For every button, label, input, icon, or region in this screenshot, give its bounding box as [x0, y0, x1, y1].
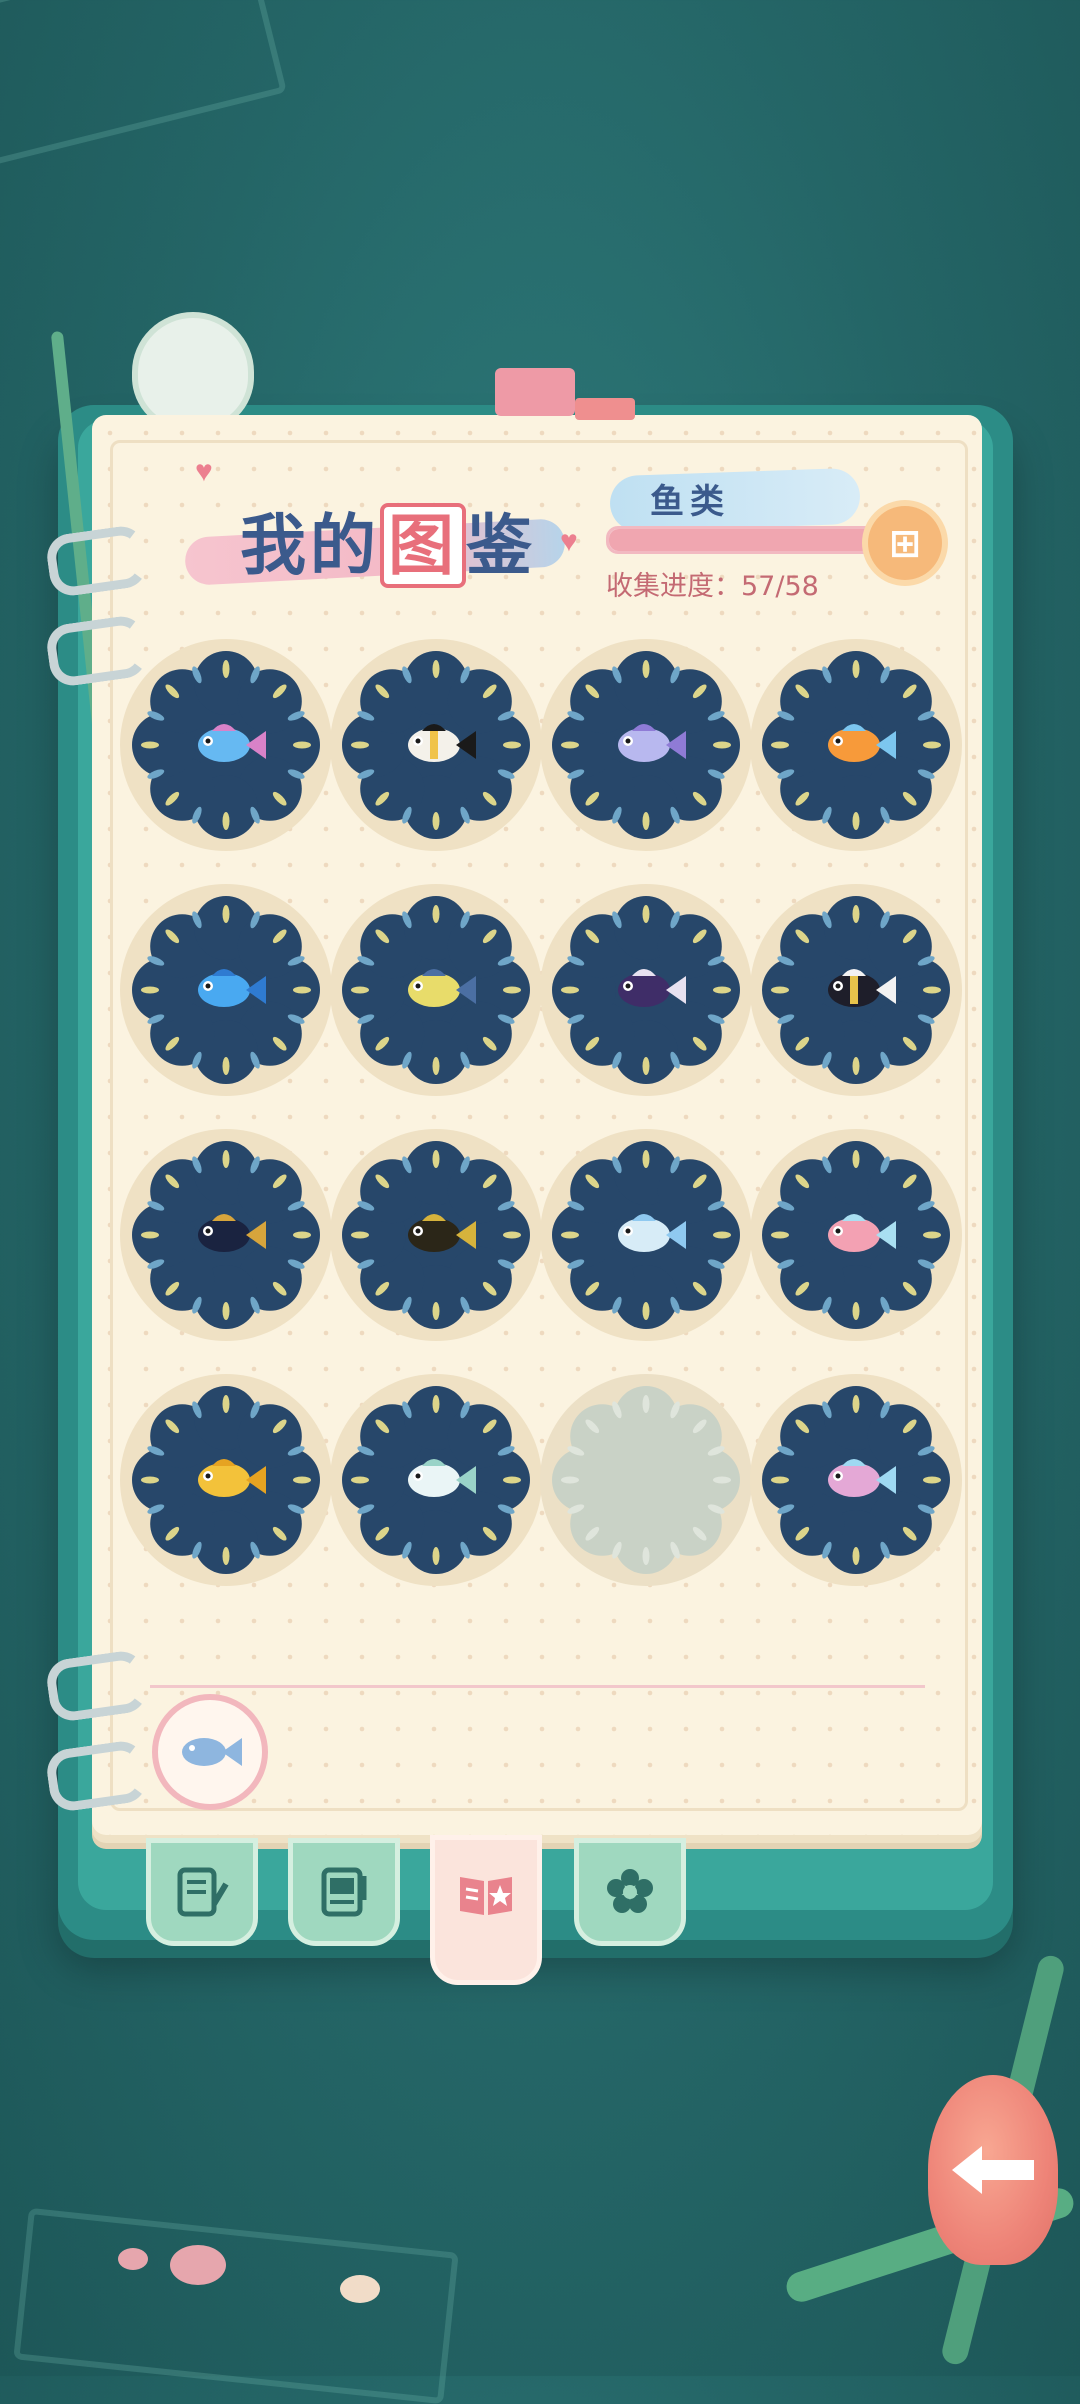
white-tulip-decoration	[138, 318, 248, 426]
fish-entry-10[interactable]	[330, 1129, 542, 1341]
title-highlight: 图	[380, 503, 466, 588]
bottom-strip	[150, 1685, 925, 1788]
stingray-icon	[828, 1459, 896, 1497]
photo-note-icon	[321, 1867, 367, 1917]
fish-entry-5[interactable]	[120, 884, 332, 1096]
heart-icon: ♥	[560, 525, 578, 558]
dark-fish-icon	[618, 969, 686, 1007]
page-title: 我的图鉴	[240, 492, 536, 588]
black-angelfish-icon	[198, 1214, 266, 1252]
fish-entry-6[interactable]	[330, 884, 542, 1096]
title-part2: 鉴	[466, 507, 536, 584]
fish-filter-button[interactable]	[152, 1694, 268, 1810]
progress-label: 收集进度：	[606, 571, 741, 602]
fish-entry-12[interactable]	[750, 1129, 962, 1341]
fish-entry-13[interactable]	[120, 1374, 332, 1586]
fish-entry-7[interactable]	[540, 884, 752, 1096]
title-part1: 我的	[240, 507, 380, 584]
fish-collection-grid	[120, 639, 962, 1586]
flying-fish-icon	[618, 724, 686, 762]
fish-entry-14[interactable]	[330, 1374, 542, 1586]
moorish-idol-icon	[408, 724, 476, 762]
category-label: 鱼类	[650, 482, 730, 522]
tab-notes[interactable]	[146, 1838, 258, 1946]
collection-progress-fill	[609, 529, 884, 551]
orange-tang-icon	[828, 724, 896, 762]
bookmark-tag	[575, 398, 635, 420]
spotted-puffer-icon	[408, 1214, 476, 1252]
tab-album[interactable]	[288, 1838, 400, 1946]
golden-koi-icon	[198, 1459, 266, 1497]
fish-entry-4[interactable]	[750, 639, 962, 851]
tab-flower[interactable]	[574, 1838, 686, 1946]
pale-tang-icon	[618, 1214, 686, 1252]
bookmark-tag	[495, 368, 575, 416]
background-frame-decoration	[13, 2207, 459, 2404]
collection-title: 我的图鉴	[184, 470, 605, 620]
pebble-decoration	[118, 2248, 148, 2270]
fish-entry-16[interactable]	[750, 1374, 962, 1586]
yellow-tang-icon	[408, 969, 476, 1007]
fish-entry-3[interactable]	[540, 639, 752, 851]
fish-entry-8[interactable]	[750, 884, 962, 1096]
gift-reward-icon[interactable]: ⊞	[868, 506, 942, 580]
tab-collection[interactable]	[430, 1835, 542, 1985]
arrow-left-icon	[952, 2146, 1034, 2194]
background-frame-decoration	[0, 0, 287, 168]
badge-frame	[552, 1386, 740, 1574]
open-book-star-icon	[460, 1877, 512, 1915]
clown-triggerfish-icon	[828, 969, 896, 1007]
fish-entry-9[interactable]	[120, 1129, 332, 1341]
flying-gurnard-icon	[408, 1459, 476, 1497]
collection-progress-bar	[606, 526, 892, 554]
pebble-decoration	[170, 2245, 226, 2285]
blue-discus-icon	[198, 969, 266, 1007]
sunfish-icon	[828, 1214, 896, 1252]
heart-icon: ♥	[195, 455, 213, 488]
progress-value: 57/58	[741, 571, 819, 602]
neon-tetra-icon	[198, 724, 266, 762]
flower-icon	[607, 1869, 653, 1913]
progress-text: 收集进度：57/58	[606, 564, 819, 603]
back-button[interactable]	[928, 2075, 1058, 2265]
pebble-decoration	[340, 2275, 380, 2303]
fish-entry-11[interactable]	[540, 1129, 752, 1341]
fish-entry-1[interactable]	[120, 639, 332, 851]
category-label-bg	[609, 467, 861, 533]
fish-entry-15[interactable]	[540, 1374, 752, 1586]
fish-entry-2[interactable]	[330, 639, 542, 851]
notepad-icon	[177, 1867, 229, 1917]
fish-icon	[182, 1738, 242, 1766]
